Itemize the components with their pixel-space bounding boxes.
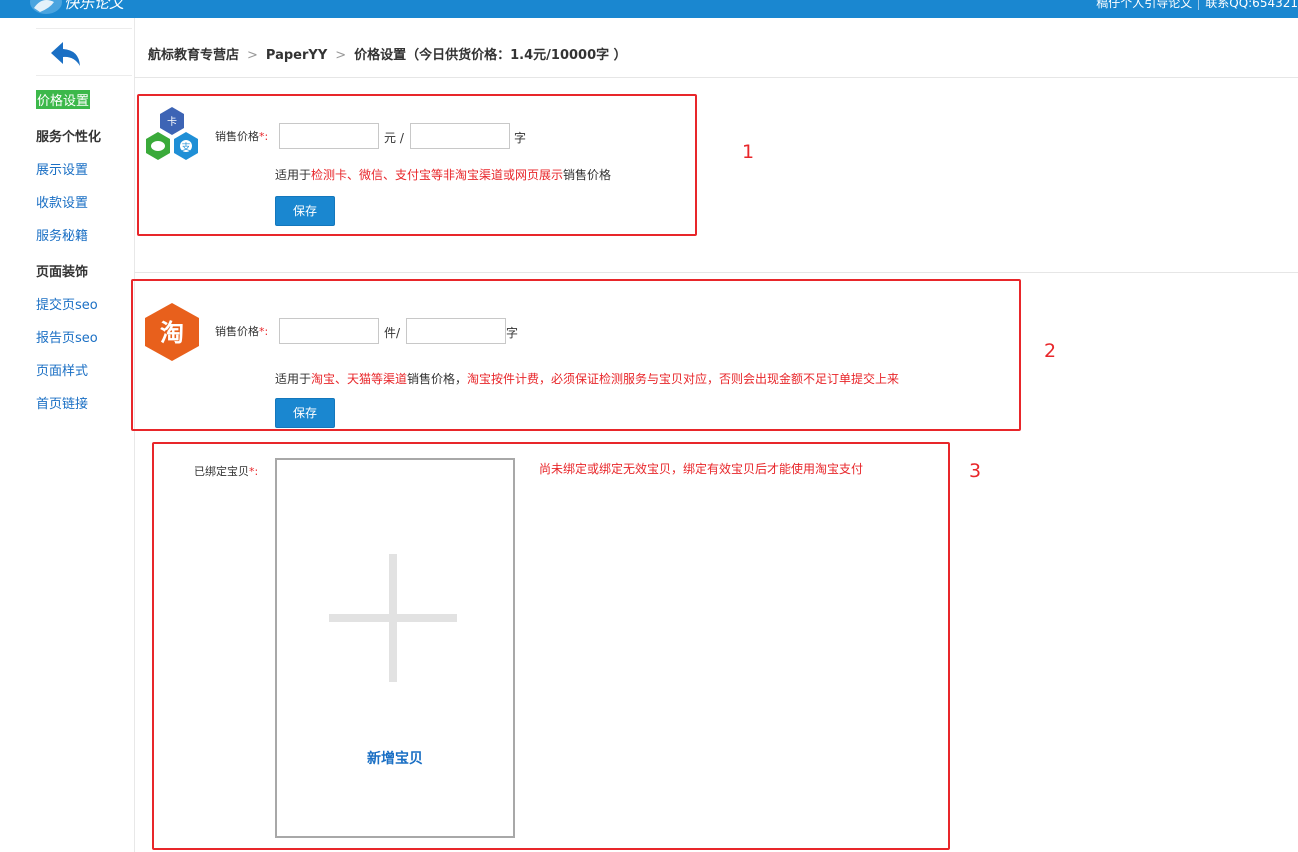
sidebar-item-page-style[interactable]: 页面样式 [36,360,88,379]
price-yuan-input[interactable] [279,123,379,149]
yuan-unit: 元 / [384,131,404,145]
sidebar-group-service: 服务个性化 [36,130,102,145]
section-number-3: 3 [969,460,982,482]
item-unit: 件/ [384,326,401,340]
binding-warning: 尚未绑定或绑定无效宝贝，绑定有效宝贝后才能使用淘宝支付 [539,462,864,476]
section-2-note: 适用于淘宝、天猫等渠道销售价格，淘宝按件计费，必须保证检测服务与宝贝对应，否则会… [275,372,900,386]
add-item-button[interactable]: 新增宝贝 [275,458,515,838]
bound-item-label: 已绑定宝贝*: [194,465,259,478]
back-arrow-icon [51,42,80,66]
section-1-highlight [137,94,697,236]
word-unit: 字 [506,326,519,340]
breadcrumb-product[interactable]: PaperYY [266,48,327,63]
taobao-icon: 淘 [145,303,199,361]
section-3-highlight [152,442,950,850]
plus-icon [329,614,457,622]
add-item-label: 新增宝贝 [367,751,423,767]
logo[interactable]: 快乐论文 [28,0,158,18]
top-link-contact[interactable]: 联系QQ:654321 [1205,0,1298,10]
chevron-right-icon: > [335,48,347,63]
sidebar-item-payment[interactable]: 收款设置 [36,192,88,211]
section-number-2: 2 [1044,340,1057,362]
sidebar-item-tips[interactable]: 服务秘籍 [36,225,88,244]
sidebar-item-home-link[interactable]: 首页链接 [36,393,88,412]
sidebar-item-display[interactable]: 展示设置 [36,159,88,178]
save-button-section-1[interactable]: 保存 [275,196,335,226]
breadcrumb: 航标教育专营店 > PaperYY > 价格设置（今日供货价格：1.4元/10000字 … [148,44,627,63]
sidebar-group-decoration: 页面装饰 [36,265,89,280]
top-bar: 快乐论文 稿仔个人引导论文 联系QQ:654321 [0,0,1298,18]
svg-text:快乐论文: 快乐论文 [64,0,126,12]
word-unit: 字 [514,131,527,145]
sidebar-item-report-seo[interactable]: 报告页seo [36,327,98,346]
chevron-right-icon: > [247,48,258,63]
save-button-section-2[interactable]: 保存 [275,398,335,428]
svg-text:支: 支 [181,141,190,153]
section-1-note: 适用于检测卡、微信、支付宝等非淘宝渠道或网页展示销售价格 [275,168,612,182]
payment-channels-icon: 卡 支 [146,107,198,160]
price-per-item-input[interactable] [279,318,379,344]
sale-price-label: 销售价格*: [215,130,269,143]
section-number-1: 1 [742,141,755,163]
svg-text:卡: 卡 [167,115,177,128]
section-2-highlight [131,279,1021,431]
top-right-links: 稿仔个人引导论文 联系QQ:654321 [1096,0,1298,11]
sidebar-item-price-settings[interactable]: 价格设置 [36,90,91,109]
divider [1198,0,1200,10]
word-count-input[interactable] [406,318,506,344]
svg-text:淘: 淘 [160,319,184,347]
breadcrumb-store[interactable]: 航标教育专营店 [148,48,239,63]
sidebar-item-submit-seo[interactable]: 提交页seo [36,294,98,313]
sale-price-label: 销售价格*: [215,325,269,338]
divider [134,272,1298,273]
breadcrumb-current: 价格设置（今日供货价格：1.4元/10000字 ） [354,48,627,63]
word-count-input[interactable] [410,123,510,149]
back-button[interactable] [36,28,132,76]
top-link-user[interactable]: 稿仔个人引导论文 [1096,0,1192,10]
divider [134,77,1298,78]
